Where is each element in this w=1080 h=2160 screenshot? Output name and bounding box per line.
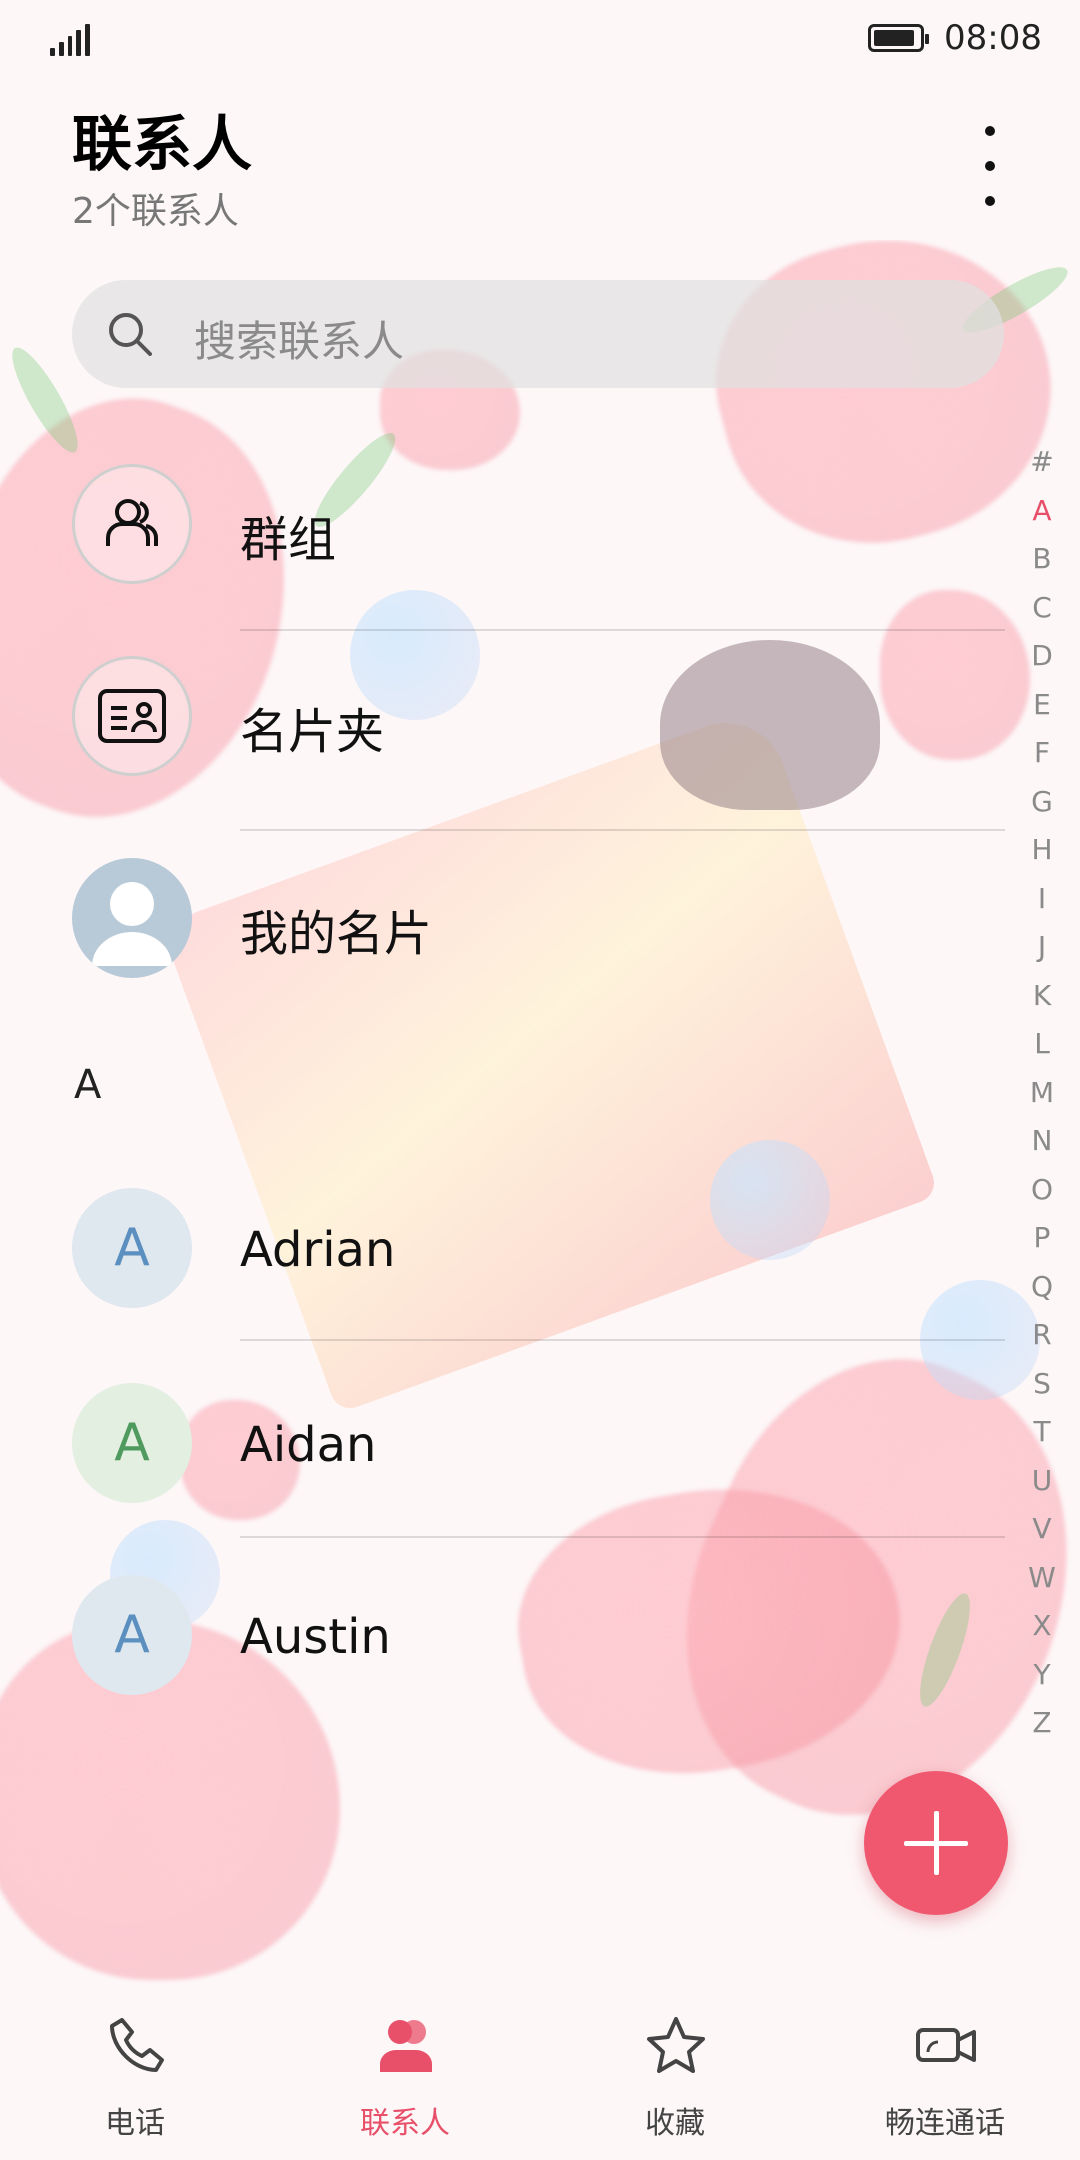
contact-name: Aidan (240, 1417, 377, 1473)
tab-contacts-label: 联系人 (360, 2106, 450, 2141)
index-letter[interactable]: U (1024, 1457, 1060, 1506)
tab-video-call[interactable]: 畅连通话 (810, 1990, 1080, 2160)
index-letter[interactable]: P (1024, 1214, 1060, 1263)
group-icon (72, 464, 192, 584)
contact-avatar: A (72, 1575, 192, 1695)
tab-favorites-label: 收藏 (645, 2106, 705, 2141)
add-contact-button[interactable] (864, 1771, 1008, 1915)
my-card-row[interactable]: 我的名片 (0, 858, 1000, 988)
index-letter[interactable]: A (1024, 487, 1060, 536)
star-icon (647, 2017, 705, 2073)
alphabet-index[interactable]: # A B C D E F G H I J K L M N O P Q R S T U V W X Y Z (1024, 438, 1060, 1748)
divider (240, 829, 1005, 831)
contacts-icon (380, 2020, 432, 2072)
tab-phone[interactable]: 电话 (0, 1990, 270, 2160)
index-letter[interactable]: L (1024, 1020, 1060, 1069)
index-letter[interactable]: Q (1024, 1263, 1060, 1312)
index-letter[interactable]: V (1024, 1505, 1060, 1554)
phone-icon (110, 2018, 164, 2072)
index-letter[interactable]: T (1024, 1408, 1060, 1457)
index-letter[interactable]: J (1024, 923, 1060, 972)
tab-phone-label: 电话 (105, 2106, 165, 2141)
groups-label: 群组 (240, 512, 337, 568)
index-letter[interactable]: N (1024, 1117, 1060, 1166)
index-letter[interactable]: M (1024, 1069, 1060, 1118)
index-letter[interactable]: G (1024, 778, 1060, 827)
profile-avatar-icon (72, 858, 192, 978)
tab-video-call-label: 畅连通话 (885, 2106, 1005, 2141)
video-call-icon (916, 2028, 976, 2062)
tab-contacts[interactable]: 联系人 (270, 1990, 540, 2160)
contact-item[interactable]: A Austin (0, 1575, 1000, 1705)
card-holder-label: 名片夹 (240, 704, 385, 760)
index-letter[interactable]: F (1024, 729, 1060, 778)
index-letter[interactable]: D (1024, 632, 1060, 681)
index-letter[interactable]: E (1024, 681, 1060, 730)
index-letter[interactable]: H (1024, 826, 1060, 875)
my-card-label: 我的名片 (240, 906, 433, 962)
contact-name: Adrian (240, 1222, 396, 1278)
divider (240, 629, 1005, 631)
index-letter[interactable]: I (1024, 875, 1060, 924)
index-letter[interactable]: K (1024, 972, 1060, 1021)
tab-favorites[interactable]: 收藏 (540, 1990, 810, 2160)
contact-item[interactable]: A Adrian (0, 1188, 1000, 1318)
index-letter[interactable]: B (1024, 535, 1060, 584)
contact-item[interactable]: A Aidan (0, 1383, 1000, 1513)
index-letter[interactable]: Y (1024, 1651, 1060, 1700)
bottom-nav: 电话 联系人 收藏 畅连通话 (0, 1990, 1080, 2160)
index-letter[interactable]: O (1024, 1166, 1060, 1215)
index-letter[interactable]: W (1024, 1554, 1060, 1603)
index-letter[interactable]: Z (1024, 1699, 1060, 1748)
section-header: A (74, 1062, 102, 1108)
index-letter[interactable]: R (1024, 1311, 1060, 1360)
index-letter[interactable]: S (1024, 1360, 1060, 1409)
divider (240, 1339, 1005, 1341)
contact-avatar: A (72, 1383, 192, 1503)
contact-name: Austin (240, 1609, 391, 1665)
index-letter[interactable]: X (1024, 1602, 1060, 1651)
index-letter[interactable]: C (1024, 584, 1060, 633)
divider (240, 1536, 1005, 1538)
groups-row[interactable]: 群组 (0, 464, 1000, 614)
card-holder-icon (72, 656, 192, 776)
card-holder-row[interactable]: 名片夹 (0, 656, 1000, 806)
contact-avatar: A (72, 1188, 192, 1308)
index-letter[interactable]: # (1024, 438, 1060, 487)
